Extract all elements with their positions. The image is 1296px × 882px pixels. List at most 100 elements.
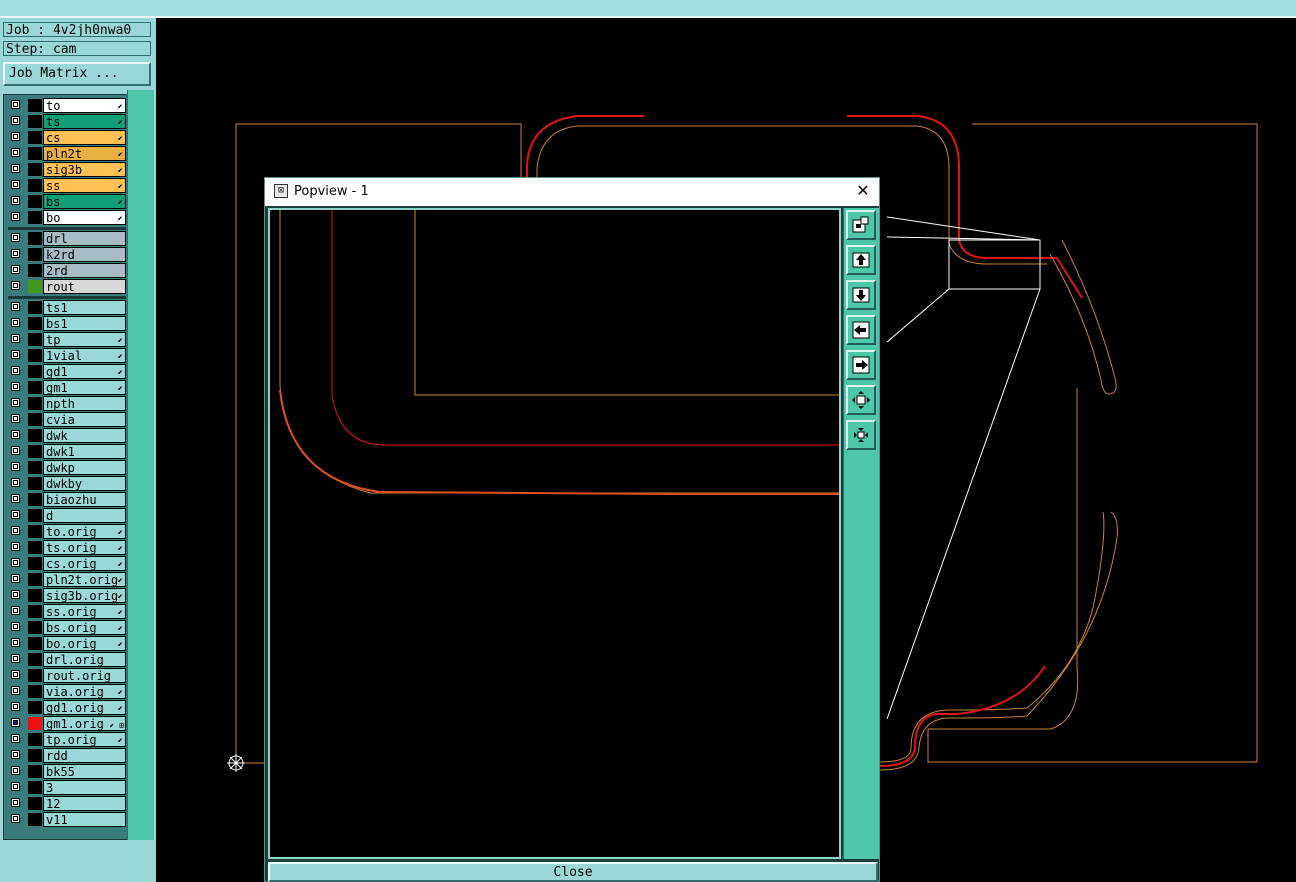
layer-color-swatch[interactable] xyxy=(28,163,42,176)
layer-color-swatch[interactable] xyxy=(28,797,42,810)
layer-name[interactable]: bk55 xyxy=(43,764,126,779)
layer-row[interactable]: rout.orig xyxy=(8,668,126,683)
layer-checkbox[interactable] xyxy=(11,782,20,791)
layer-color-swatch[interactable] xyxy=(28,765,42,778)
layer-checkbox[interactable] xyxy=(11,212,20,221)
popview-canvas[interactable] xyxy=(268,208,841,859)
layer-row[interactable]: pln2t.orig ⬋ xyxy=(8,572,126,587)
close-button[interactable]: Close xyxy=(268,862,878,882)
layer-name[interactable]: ts ⬋ xyxy=(43,114,126,129)
layer-color-swatch[interactable] xyxy=(28,349,42,362)
layer-checkbox[interactable] xyxy=(11,318,20,327)
close-icon[interactable]: ✕ xyxy=(853,181,873,201)
layer-row[interactable]: ss ⬋ xyxy=(8,178,126,193)
layer-name[interactable]: bs1 xyxy=(43,316,126,331)
layer-name[interactable]: rout xyxy=(43,279,126,294)
layer-name[interactable]: sig3b.orig ⬋ xyxy=(43,588,126,603)
layer-name[interactable]: dwkby xyxy=(43,476,126,491)
zoom-out-button[interactable] xyxy=(846,420,876,450)
pan-down-button[interactable] xyxy=(846,280,876,310)
job-matrix-button[interactable]: Job Matrix ... xyxy=(3,62,151,86)
layer-row[interactable]: dwk xyxy=(8,428,126,443)
layer-color-swatch[interactable] xyxy=(28,333,42,346)
layer-name[interactable]: tp.orig ⬋ xyxy=(43,732,126,747)
layer-row[interactable]: bs.orig ⬋ xyxy=(8,620,126,635)
layer-color-swatch[interactable] xyxy=(28,573,42,586)
layer-name[interactable]: dwk xyxy=(43,428,126,443)
layer-row[interactable]: npth xyxy=(8,396,126,411)
layer-checkbox[interactable] xyxy=(11,638,20,647)
layer-name[interactable]: dwk1 xyxy=(43,444,126,459)
layer-name[interactable]: cvia xyxy=(43,412,126,427)
layer-row[interactable]: sig3b ⬋ xyxy=(8,162,126,177)
layer-checkbox[interactable] xyxy=(11,494,20,503)
layer-row[interactable]: sig3b.orig ⬋ xyxy=(8,588,126,603)
layer-name[interactable]: pln2t.orig ⬋ xyxy=(43,572,126,587)
layer-row[interactable]: v11 xyxy=(8,812,126,827)
layer-checkbox[interactable] xyxy=(11,590,20,599)
layer-name[interactable]: gm1.orig ⬋ ⊞ xyxy=(43,716,126,731)
layer-row[interactable]: biaozhu xyxy=(8,492,126,507)
layer-checkbox[interactable] xyxy=(11,814,20,823)
layer-color-swatch[interactable] xyxy=(28,653,42,666)
layer-checkbox[interactable] xyxy=(11,382,20,391)
layer-checkbox[interactable] xyxy=(11,702,20,711)
layer-row[interactable]: to.orig ⬋ xyxy=(8,524,126,539)
layer-color-swatch[interactable] xyxy=(28,397,42,410)
layer-checkbox[interactable] xyxy=(11,734,20,743)
layer-name[interactable]: cs ⬋ xyxy=(43,130,126,145)
layer-row[interactable]: dwkby xyxy=(8,476,126,491)
layer-name[interactable]: pln2t ⬋ xyxy=(43,146,126,161)
layer-name[interactable]: to.orig ⬋ xyxy=(43,524,126,539)
layer-color-swatch[interactable] xyxy=(28,365,42,378)
layer-row[interactable]: ss.orig ⬋ xyxy=(8,604,126,619)
layer-row[interactable]: bk55 xyxy=(8,764,126,779)
layer-row[interactable]: 2rd xyxy=(8,263,126,278)
layer-checkbox[interactable] xyxy=(11,281,20,290)
layer-row[interactable]: drl xyxy=(8,231,126,246)
layer-color-swatch[interactable] xyxy=(28,493,42,506)
layer-row[interactable]: cs.orig ⬋ xyxy=(8,556,126,571)
layer-color-swatch[interactable] xyxy=(28,147,42,160)
layer-checkbox[interactable] xyxy=(11,249,20,258)
layer-checkbox[interactable] xyxy=(11,478,20,487)
layer-checkbox[interactable] xyxy=(11,574,20,583)
layer-row[interactable]: bs ⬋ xyxy=(8,194,126,209)
layer-row[interactable]: rout xyxy=(8,279,126,294)
layer-checkbox[interactable] xyxy=(11,265,20,274)
layer-color-swatch[interactable] xyxy=(28,733,42,746)
layer-color-swatch[interactable] xyxy=(28,541,42,554)
layer-row[interactable]: bo.orig ⬋ xyxy=(8,636,126,651)
layer-name[interactable]: via.orig ⬋ xyxy=(43,684,126,699)
layer-color-swatch[interactable] xyxy=(28,211,42,224)
layer-list-scrollbar[interactable] xyxy=(127,90,154,840)
layer-checkbox[interactable] xyxy=(11,798,20,807)
layer-checkbox[interactable] xyxy=(11,622,20,631)
layer-color-swatch[interactable] xyxy=(28,477,42,490)
layer-row[interactable]: tp ⬋ xyxy=(8,332,126,347)
layer-color-swatch[interactable] xyxy=(28,813,42,826)
layer-checkbox[interactable] xyxy=(11,100,20,109)
layer-color-swatch[interactable] xyxy=(28,509,42,522)
layer-color-swatch[interactable] xyxy=(28,429,42,442)
layer-color-swatch[interactable] xyxy=(28,195,42,208)
layer-color-swatch[interactable] xyxy=(28,248,42,261)
layer-row[interactable]: ts.orig ⬋ xyxy=(8,540,126,555)
layer-checkbox[interactable] xyxy=(11,302,20,311)
layer-row[interactable]: ts ⬋ xyxy=(8,114,126,129)
layer-row[interactable]: to ⬋ xyxy=(8,98,126,113)
layer-checkbox[interactable] xyxy=(11,132,20,141)
layer-color-swatch[interactable] xyxy=(28,637,42,650)
layer-checkbox[interactable] xyxy=(11,526,20,535)
layer-checkbox[interactable] xyxy=(11,606,20,615)
layer-checkbox[interactable] xyxy=(11,180,20,189)
layer-row[interactable]: cvia xyxy=(8,412,126,427)
layer-checkbox[interactable] xyxy=(11,766,20,775)
layer-checkbox[interactable] xyxy=(11,670,20,679)
layer-checkbox[interactable] xyxy=(11,430,20,439)
layer-name[interactable]: d xyxy=(43,508,126,523)
layer-name[interactable]: to ⬋ xyxy=(43,98,126,113)
layer-name[interactable]: k2rd xyxy=(43,247,126,262)
layer-row[interactable]: drl.orig xyxy=(8,652,126,667)
layer-checkbox[interactable] xyxy=(11,233,20,242)
